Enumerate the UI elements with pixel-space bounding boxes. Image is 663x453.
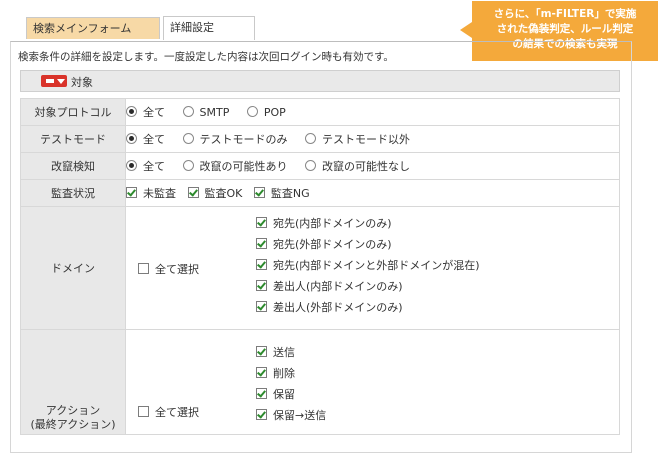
- radio-icon[interactable]: [182, 105, 194, 117]
- domain-select-all[interactable]: 全て選択: [138, 261, 199, 277]
- radio-icon[interactable]: [126, 106, 137, 117]
- domain-item[interactable]: 差出人(内部ドメインのみ): [256, 276, 480, 297]
- radio-icon[interactable]: [126, 160, 137, 171]
- domain-item[interactable]: 宛先(外部ドメインのみ): [256, 234, 480, 255]
- tamper-option-all[interactable]: 全て: [126, 158, 165, 174]
- checkbox-icon[interactable]: [256, 388, 267, 399]
- tab-search-main-form[interactable]: 検索メインフォーム: [26, 17, 160, 39]
- audit-options: 未監査 監査OK 監査NG: [125, 179, 620, 207]
- radio-icon[interactable]: [246, 105, 258, 117]
- collapse-toggle-icon[interactable]: [41, 75, 67, 87]
- search-detail-table: 対象プロトコル 全て SMTP POP テストモード 全て テストモードのみ テ…: [20, 98, 620, 435]
- checkbox-icon[interactable]: [256, 409, 267, 420]
- testmode-option-only[interactable]: テストモードのみ: [182, 131, 288, 147]
- action-select-all[interactable]: 全て選択: [138, 404, 199, 420]
- tamper-option-none[interactable]: 改竄の可能性なし: [305, 158, 410, 174]
- tamper-options: 全て 改竄の可能性あり 改竄の可能性なし: [125, 152, 620, 180]
- action-item[interactable]: 削除: [256, 363, 326, 384]
- action-label: アクション (最終アクション): [20, 329, 126, 435]
- checkbox-icon[interactable]: [187, 187, 199, 198]
- checkbox-icon[interactable]: [256, 367, 267, 378]
- checkbox-icon[interactable]: [138, 406, 149, 417]
- section-header[interactable]: 対象: [20, 70, 620, 92]
- domain-item[interactable]: 宛先(内部ドメインのみ): [256, 213, 480, 234]
- audit-option-ok[interactable]: 監査OK: [187, 185, 242, 201]
- checkbox-icon[interactable]: [256, 217, 267, 228]
- checkbox-icon[interactable]: [126, 187, 137, 198]
- protocol-option-all[interactable]: 全て: [126, 104, 165, 120]
- action-item[interactable]: 保留→送信: [256, 405, 326, 426]
- domain-options: 全て選択 宛先(内部ドメインのみ) 宛先(外部ドメインのみ) 宛先(内部ドメイン…: [125, 206, 620, 330]
- testmode-option-all[interactable]: 全て: [126, 131, 165, 147]
- protocol-label: 対象プロトコル: [20, 98, 126, 126]
- checkbox-icon[interactable]: [256, 238, 267, 249]
- radio-icon[interactable]: [305, 133, 316, 144]
- checkbox-icon[interactable]: [256, 280, 267, 291]
- checkbox-icon[interactable]: [138, 263, 149, 274]
- audit-option-unaudited[interactable]: 未監査: [126, 185, 176, 201]
- page-description: 検索条件の詳細を設定します。一度設定した内容は次回ログイン時も有効です。: [18, 51, 394, 63]
- action-item[interactable]: 送信: [256, 342, 326, 363]
- protocol-options: 全て SMTP POP: [125, 98, 620, 126]
- testmode-label: テストモード: [20, 125, 126, 153]
- checkbox-icon[interactable]: [256, 259, 267, 270]
- testmode-option-except[interactable]: テストモード以外: [305, 131, 410, 147]
- callout-pointer: [460, 22, 472, 38]
- section-title: 対象: [71, 76, 93, 89]
- testmode-options: 全て テストモードのみ テストモード以外: [125, 125, 620, 153]
- action-label-line: アクション: [45, 404, 101, 417]
- domain-item[interactable]: 差出人(外部ドメインのみ): [256, 297, 480, 318]
- checkbox-icon[interactable]: [256, 301, 267, 312]
- radio-icon[interactable]: [126, 133, 137, 144]
- tamper-label: 改竄検知: [20, 152, 126, 180]
- radio-icon[interactable]: [305, 160, 316, 171]
- callout-line: された偽装判定、ルール判定: [496, 23, 634, 35]
- audit-label: 監査状況: [20, 179, 126, 207]
- action-label-line: (最終アクション): [30, 418, 116, 431]
- domain-item[interactable]: 宛先(内部ドメインと外部ドメインが混在): [256, 255, 480, 276]
- radio-icon[interactable]: [182, 133, 194, 144]
- checkbox-icon[interactable]: [256, 346, 267, 357]
- action-item[interactable]: 保留: [256, 384, 326, 405]
- tab-detail-settings[interactable]: 詳細設定: [163, 16, 255, 40]
- domain-label: ドメイン: [20, 206, 126, 330]
- protocol-option-smtp[interactable]: SMTP: [182, 105, 229, 119]
- tamper-option-possible[interactable]: 改竄の可能性あり: [182, 158, 288, 174]
- checkbox-icon[interactable]: [253, 187, 265, 198]
- audit-option-ng[interactable]: 監査NG: [253, 185, 310, 201]
- protocol-option-pop[interactable]: POP: [246, 105, 286, 119]
- callout-line: さらに、「m-FILTER」で実施: [493, 8, 637, 20]
- radio-icon[interactable]: [182, 160, 194, 171]
- action-options: 全て選択 送信 削除 保留 保留→送信: [125, 329, 620, 435]
